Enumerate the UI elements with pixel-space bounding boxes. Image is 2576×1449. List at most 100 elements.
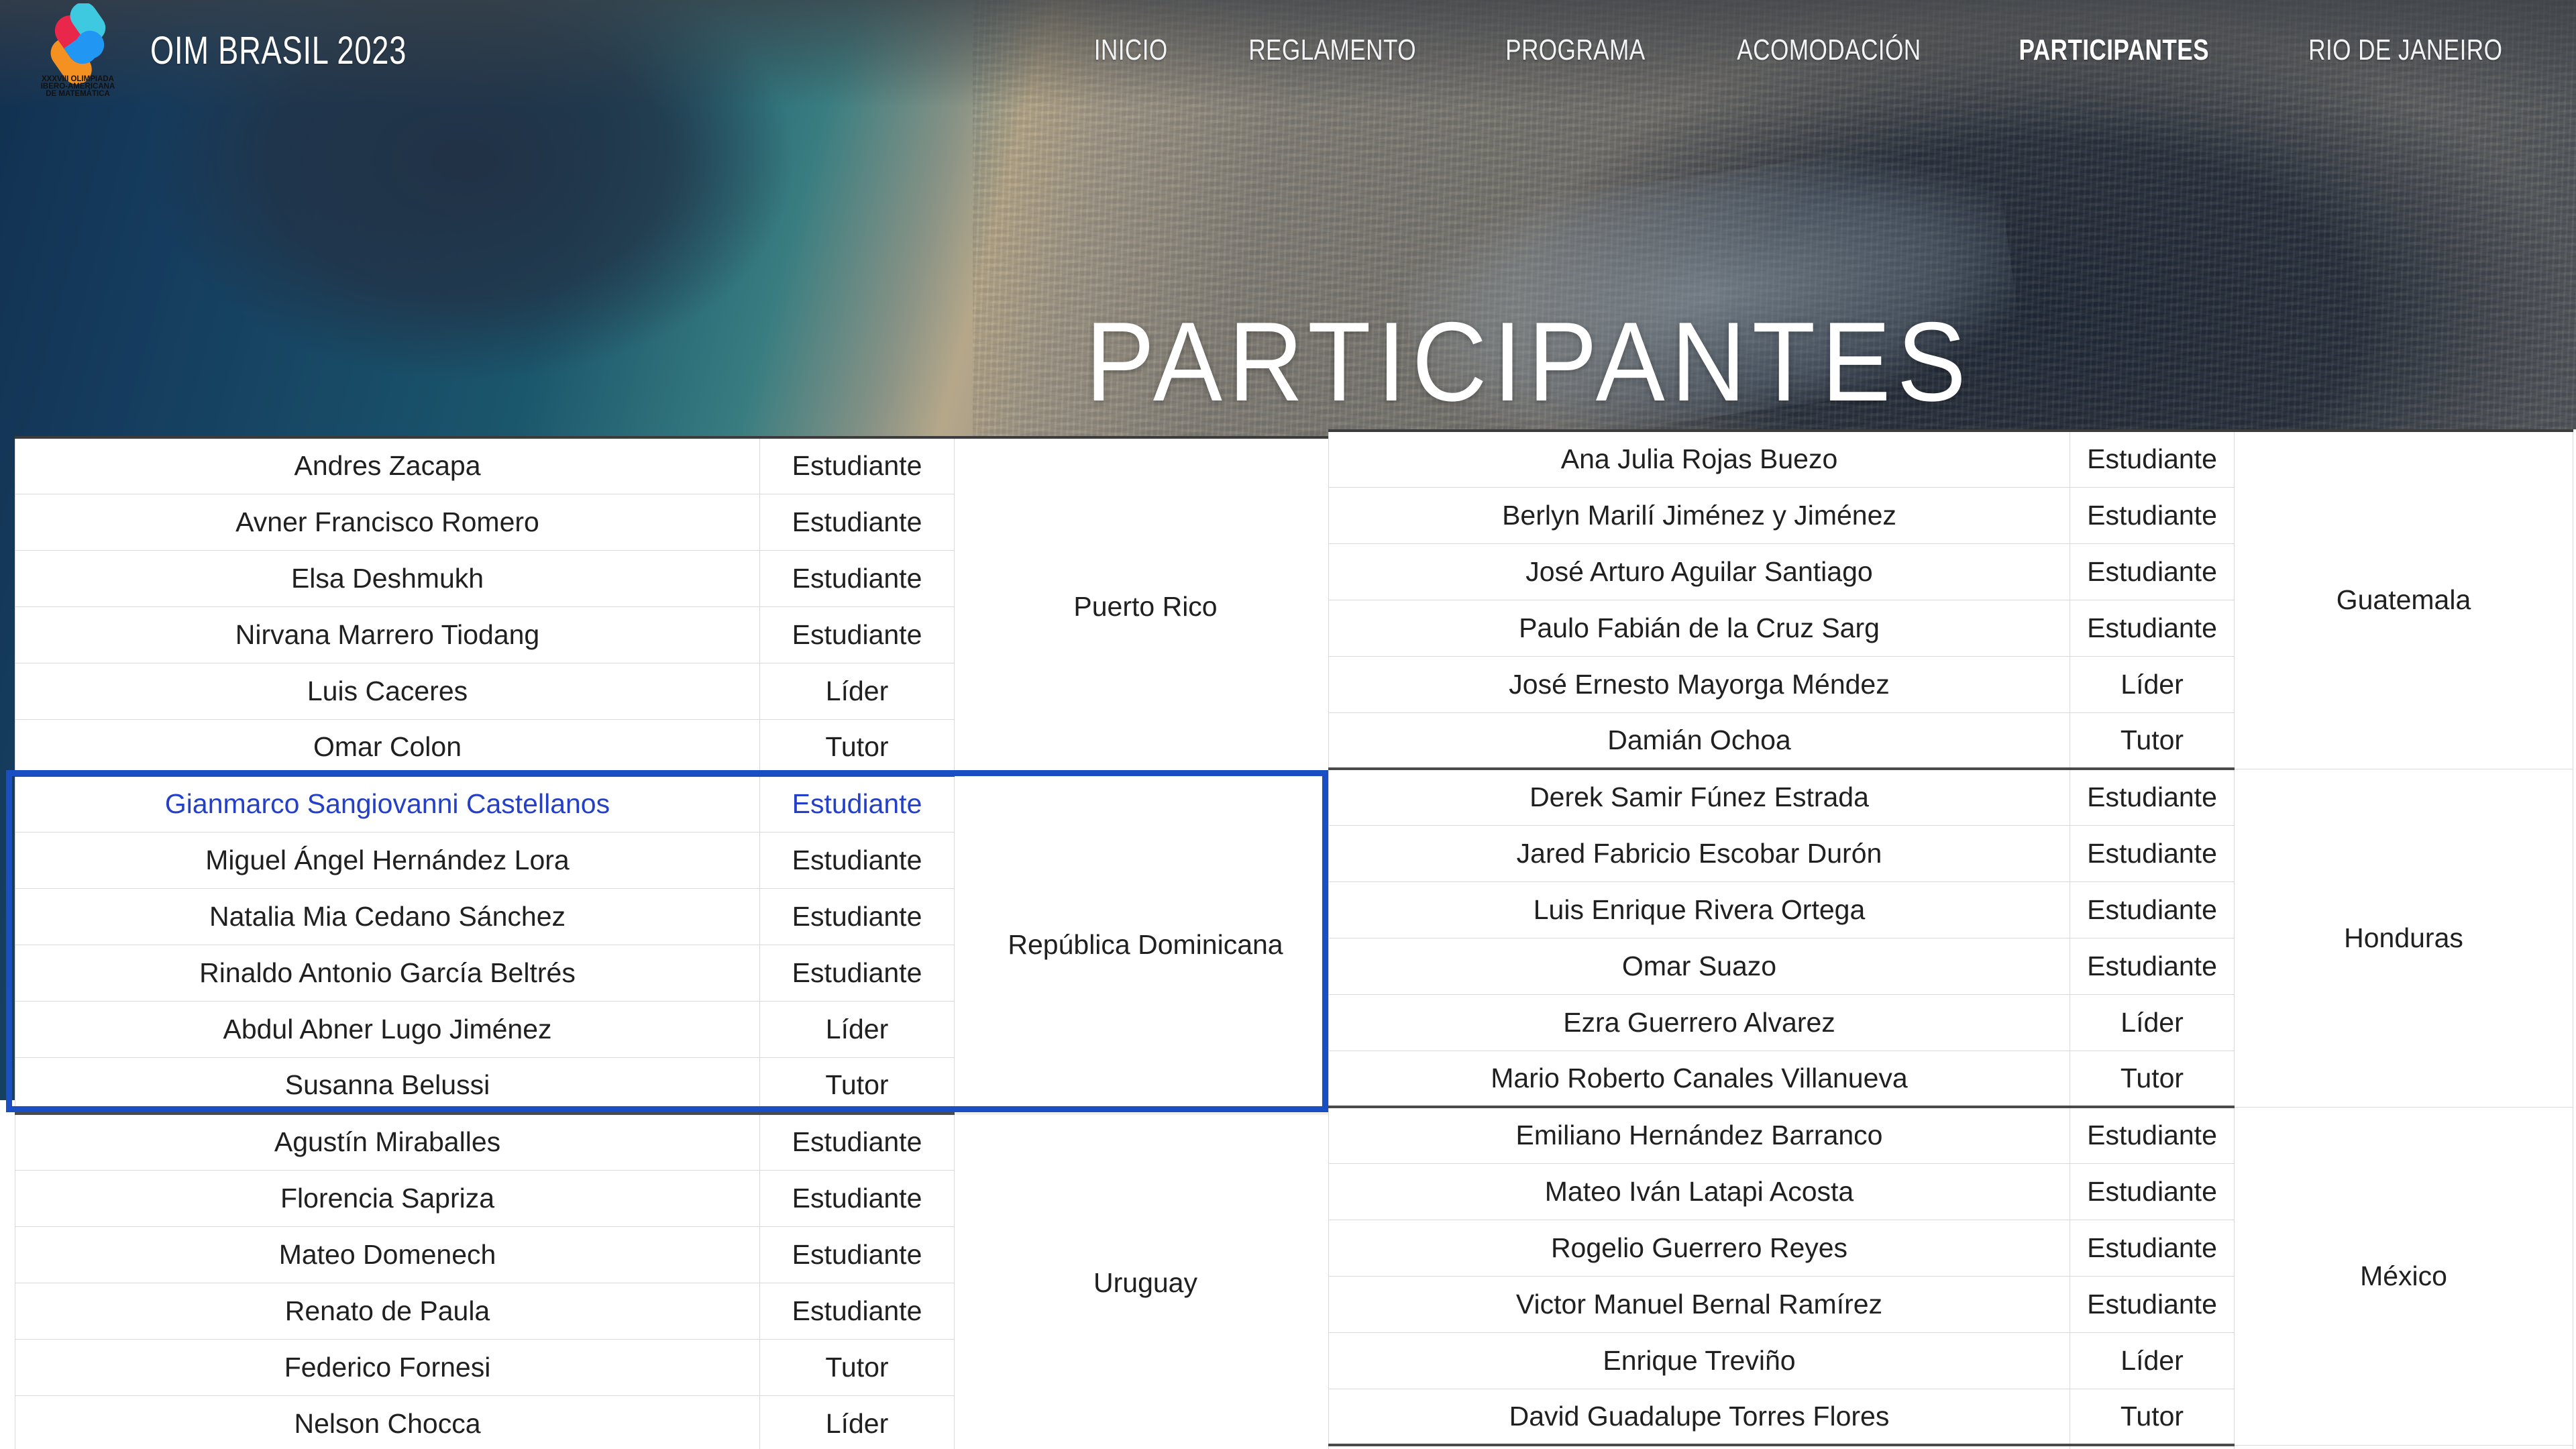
participant-name-cell[interactable]: Luis Caceres <box>15 662 760 720</box>
participant-role-cell[interactable]: Estudiante <box>2070 599 2235 657</box>
participant-role-cell[interactable]: Estudiante <box>2070 937 2235 995</box>
participant-name-cell[interactable]: José Arturo Aguilar Santiago <box>1328 543 2070 600</box>
left-participants-table-wrapper[interactable]: Andres Zacapa Estudiante Puerto Rico Avner … <box>15 436 1337 1449</box>
participant-role-cell[interactable]: Estudiante <box>759 888 955 945</box>
participant-name-cell[interactable]: Mateo Domenech <box>15 1226 760 1283</box>
participant-name-cell[interactable]: Rogelio Guerrero Reyes <box>1328 1219 2070 1277</box>
participant-name-cell[interactable]: Omar Colon <box>15 718 760 777</box>
table-row[interactable]: Agustín Miraballes Estudiante Uruguay <box>15 1113 1337 1449</box>
nav-link-programa[interactable]: PROGRAMA <box>1485 34 1666 67</box>
nav-link-inicio[interactable]: INICIO <box>1073 34 1188 67</box>
participant-name-cell[interactable]: Nirvana Marrero Tiodang <box>15 606 760 663</box>
nav-link-acomodaci-n[interactable]: ACOMODACIÓN <box>1717 34 1941 67</box>
participant-role-cell[interactable]: Estudiante <box>2070 429 2235 488</box>
participant-role-cell[interactable]: Líder <box>2070 994 2235 1051</box>
participant-name-cell[interactable]: Paulo Fabián de la Cruz Sarg <box>1328 599 2070 657</box>
participant-name-cell[interactable]: Susanna Belussi <box>15 1057 760 1115</box>
nav-link-rio-de-janeiro[interactable]: RIO DE JANEIRO <box>2288 34 2522 67</box>
participant-role-cell[interactable]: Estudiante <box>759 1113 955 1171</box>
participant-name-cell[interactable]: David Guadalupe Torres Flores <box>1328 1388 2070 1446</box>
participant-name-cell[interactable]: Ana Julia Rojas Buezo <box>1328 429 2070 488</box>
table-row[interactable]: Andres Zacapa Estudiante Puerto Rico <box>15 436 1337 776</box>
nav-link-participantes[interactable]: PARTICIPANTES <box>1998 34 2229 67</box>
participant-role-cell[interactable]: Estudiante <box>759 775 955 833</box>
participant-name-cell[interactable]: Omar Suazo <box>1328 937 2070 995</box>
participant-role-cell[interactable]: Estudiante <box>2070 543 2235 600</box>
participant-name-cell[interactable]: Avner Francisco Romero <box>15 493 760 551</box>
participant-name-cell[interactable]: Derek Samir Fúnez Estrada <box>1328 768 2070 826</box>
participant-role-cell[interactable]: Estudiante <box>759 944 955 1002</box>
participant-role-cell[interactable]: Estudiante <box>2070 768 2235 826</box>
participant-name-cell[interactable]: Damián Ochoa <box>1328 712 2070 770</box>
participant-name-cell[interactable]: Natalia Mia Cedano Sánchez <box>15 888 760 945</box>
participant-role-cell[interactable]: Tutor <box>759 1057 955 1115</box>
participant-name-cell[interactable]: Agustín Miraballes <box>15 1113 760 1171</box>
participant-name-cell[interactable]: Enrique Treviño <box>1328 1332 2070 1389</box>
participant-role-cell[interactable]: Estudiante <box>2070 1163 2235 1220</box>
participant-role-cell[interactable]: Tutor <box>759 1338 955 1396</box>
left-participants-table[interactable]: Andres Zacapa Estudiante Puerto Rico Avner … <box>15 436 1337 1449</box>
participant-name-cell[interactable]: Emiliano Hernández Barranco <box>1328 1106 2070 1164</box>
participant-role-cell[interactable]: Estudiante <box>759 1169 955 1227</box>
participant-name-cell[interactable]: Florencia Sapriza <box>15 1169 760 1227</box>
logo-text-line3: DE MATEMÁTICA <box>46 89 110 97</box>
participant-role-cell[interactable]: Tutor <box>2070 712 2235 770</box>
table-row[interactable]: Gianmarco Sangiovanni Castellanos Estudia… <box>15 775 1337 1114</box>
participant-role-cell[interactable]: Líder <box>2070 1332 2235 1389</box>
participant-name-cell[interactable]: José Ernesto Mayorga Méndez <box>1328 655 2070 713</box>
table-row[interactable]: Emiliano Hernández Barranco Estudiante Méx… <box>1328 1106 2573 1446</box>
participant-role-cell[interactable]: Tutor <box>2070 1388 2235 1446</box>
participant-name-cell[interactable]: Ezra Guerrero Alvarez <box>1328 994 2070 1051</box>
country-cell[interactable] <box>2234 1444 2573 1449</box>
table-row[interactable]: Derek Samir Fúnez Estrada Estudiante Hondu… <box>1328 768 2573 1108</box>
nav-link-reglamento[interactable]: REGLAMENTO <box>1228 34 1437 67</box>
country-cell[interactable]: Puerto Rico <box>954 436 1337 776</box>
participant-role-cell[interactable]: Líder <box>759 1395 955 1449</box>
participant-role-cell[interactable]: Estudiante <box>2070 1275 2235 1333</box>
participant-role-cell[interactable]: Líder <box>759 662 955 720</box>
participant-name-cell[interactable]: Federico Fornesi <box>15 1338 760 1396</box>
participant-name-cell[interactable]: Nelson Chocca <box>15 1395 760 1449</box>
participant-name-cell[interactable]: Gianmarco Sangiovanni Castellanos <box>15 775 760 833</box>
participant-name-cell[interactable]: Andres Zacapa <box>15 436 760 494</box>
participant-role-cell[interactable]: Líder <box>2070 655 2235 713</box>
participant-role-cell[interactable]: Estudiante <box>759 1282 955 1340</box>
participant-role-cell[interactable]: Estudiante <box>2070 1444 2235 1449</box>
participant-role-cell[interactable]: Estudiante <box>2070 1219 2235 1277</box>
participant-role-cell[interactable]: Líder <box>759 1000 955 1058</box>
participant-name-cell[interactable]: Elsa Deshmukh <box>15 549 760 607</box>
participant-role-cell[interactable]: Estudiante <box>759 493 955 551</box>
participant-name-cell[interactable]: Berlyn Marilí Jiménez y Jiménez <box>1328 486 2070 544</box>
participant-name-cell[interactable]: Jared Fabricio Escobar Durón <box>1328 824 2070 882</box>
participant-role-cell[interactable]: Tutor <box>2070 1050 2235 1108</box>
brand-block[interactable]: XXXVIII OLIMPIADA IBERO-AMERICANA DE MAT… <box>0 3 479 97</box>
participant-role-cell[interactable]: Estudiante <box>2070 881 2235 938</box>
participant-role-cell[interactable]: Tutor <box>759 718 955 777</box>
country-cell[interactable]: Guatemala <box>2234 429 2573 769</box>
participant-name-cell[interactable]: Mateo Iván Latapi Acosta <box>1328 1163 2070 1220</box>
participant-role-cell[interactable]: Estudiante <box>759 549 955 607</box>
participant-name-cell[interactable]: Abdul Abner Lugo Jiménez <box>15 1000 760 1058</box>
right-participants-table[interactable]: Ana Julia Rojas Buezo Estudiante Guatemala… <box>1328 429 2573 1449</box>
participant-name-cell[interactable]: Mario Roberto Canales Villanueva <box>1328 1050 2070 1108</box>
participant-name-cell[interactable]: Miguel Ángel Hernández Lora <box>15 831 760 889</box>
table-row[interactable]: Ana Julia Rojas Buezo Estudiante Guatemala <box>1328 429 2573 769</box>
table-row[interactable]: Carlos Andrés Sequeira ÁlvarezEstudiante <box>1328 1444 2573 1449</box>
participant-name-cell[interactable]: Rinaldo Antonio García Beltrés <box>15 944 760 1002</box>
participant-role-cell[interactable]: Estudiante <box>2070 486 2235 544</box>
participant-role-cell[interactable]: Estudiante <box>759 1226 955 1283</box>
participant-name-cell[interactable]: Carlos Andrés Sequeira Álvarez <box>1328 1444 2070 1449</box>
participant-role-cell[interactable]: Estudiante <box>759 606 955 663</box>
participant-role-cell[interactable]: Estudiante <box>2070 824 2235 882</box>
country-cell[interactable]: Honduras <box>2234 768 2573 1108</box>
participant-name-cell[interactable]: Renato de Paula <box>15 1282 760 1340</box>
country-cell[interactable]: Uruguay <box>954 1113 1337 1449</box>
participant-role-cell[interactable]: Estudiante <box>759 831 955 889</box>
country-cell[interactable]: República Dominicana <box>954 775 1337 1114</box>
participant-name-cell[interactable]: Luis Enrique Rivera Ortega <box>1328 881 2070 938</box>
participant-role-cell[interactable]: Estudiante <box>759 436 955 494</box>
right-participants-table-wrapper[interactable]: Ana Julia Rojas Buezo Estudiante Guatemala… <box>1328 429 2573 1449</box>
participant-name-cell[interactable]: Victor Manuel Bernal Ramírez <box>1328 1275 2070 1333</box>
country-cell[interactable]: México <box>2234 1106 2573 1446</box>
participant-role-cell[interactable]: Estudiante <box>2070 1106 2235 1164</box>
